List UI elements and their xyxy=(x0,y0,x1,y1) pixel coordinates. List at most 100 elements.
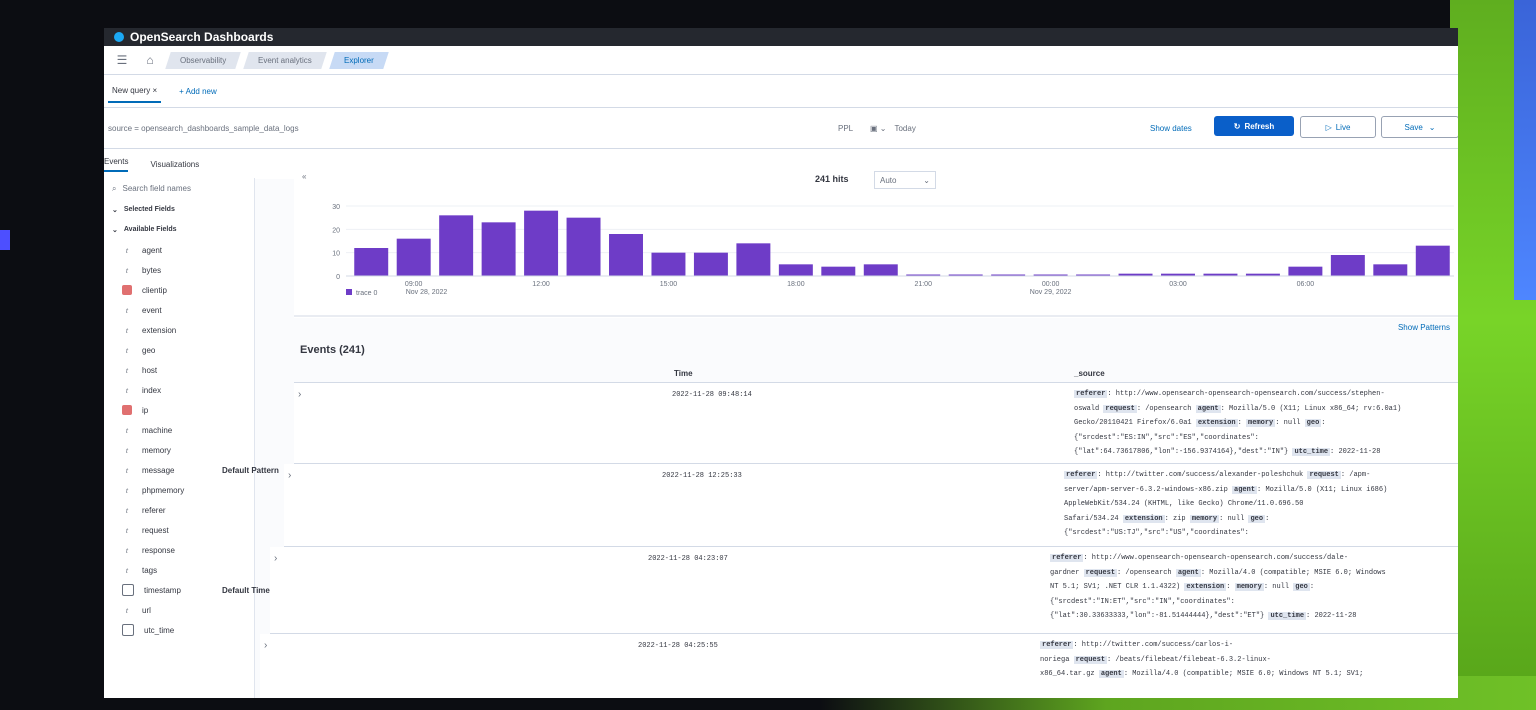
events-title: Events (241) xyxy=(300,344,365,356)
source-line: referer: http://twitter.com/success/carl… xyxy=(1040,638,1430,653)
refresh-button[interactable]: ↻ Refresh xyxy=(1214,116,1294,136)
field-item-timestamp[interactable]: timestamp Default Timestamp xyxy=(104,580,293,600)
field-item-url[interactable]: t url xyxy=(104,600,254,620)
field-item-tags[interactable]: t tags xyxy=(104,560,254,580)
histogram-bar xyxy=(863,264,898,276)
source-line: Safari/534.24 extension: zip memory: nul… xyxy=(1064,512,1454,527)
date-picker[interactable]: ▣ ⌄ Today xyxy=(870,124,1070,133)
table-row[interactable]: › 2022-11-28 09:48:14 referer: http://www.… xyxy=(294,383,1458,464)
field-name: response xyxy=(142,545,175,555)
field-search[interactable]: ⌕ Search field names xyxy=(104,178,254,200)
source-field-value: : null xyxy=(1263,583,1294,592)
field-item-memory[interactable]: t memory xyxy=(104,440,254,460)
legend-swatch xyxy=(346,289,352,295)
field-item-message[interactable]: t message Default Pattern xyxy=(104,460,279,480)
source-field-value: oswald xyxy=(1074,404,1104,413)
field-name: memory xyxy=(142,445,171,455)
save-button[interactable]: Save ⌄ xyxy=(1381,116,1458,138)
field-sidebar: ⌕ Search field names ⌄ Selected Fields ⌄… xyxy=(104,178,293,698)
field-name: event xyxy=(142,305,162,315)
source-line: Gecko/20110421 Firefox/6.0a1 extension: … xyxy=(1074,416,1458,431)
table-row[interactable]: › 2022-11-28 04:25:55 referer: http://twit… xyxy=(260,634,1458,698)
field-item-host[interactable]: t host xyxy=(104,360,254,380)
selected-fields-header[interactable]: ⌄ Selected Fields xyxy=(104,200,254,220)
histogram-bar xyxy=(778,264,813,276)
field-item-geo[interactable]: t geo xyxy=(104,340,254,360)
histogram-bar xyxy=(524,210,559,276)
show-patterns-button[interactable]: Show Patterns xyxy=(1398,323,1450,332)
source-line: referer: http://www.opensearch-opensearc… xyxy=(1074,387,1458,402)
collapse-sidebar-icon[interactable]: « xyxy=(302,172,306,181)
menu-icon[interactable]: ☰ xyxy=(112,50,132,70)
tab-visualizations[interactable]: Visualizations xyxy=(150,160,199,169)
field-item-extension[interactable]: t extension xyxy=(104,320,254,340)
source-line: {"srcdest":"ES:IN","src":"ES","coordinat… xyxy=(1074,431,1458,446)
show-dates-button[interactable]: Show dates xyxy=(1150,124,1192,133)
source-field-value: : http://twitter.com/success/carlos-i- xyxy=(1073,641,1234,649)
field-item-request[interactable]: t request xyxy=(104,520,254,540)
add-new-tab-button[interactable]: + Add new xyxy=(179,87,217,96)
source-field-key: request xyxy=(1307,471,1341,479)
field-item-utc_time[interactable]: utc_time xyxy=(104,620,254,640)
close-icon[interactable]: × xyxy=(152,86,157,95)
expand-row-icon[interactable]: › xyxy=(264,640,267,651)
x-tick-label: 18:00 xyxy=(787,281,805,288)
field-item-machine[interactable]: t machine xyxy=(104,420,254,440)
source-field-value: : /opensearch xyxy=(1117,568,1176,577)
source-line: referer: http://www.opensearch-opensearc… xyxy=(1050,551,1440,566)
source-line: referer: http://twitter.com/success/alex… xyxy=(1064,468,1454,483)
home-icon[interactable]: ⌂ xyxy=(140,50,160,70)
source-field-key: referer xyxy=(1074,390,1108,398)
expand-row-icon[interactable]: › xyxy=(298,389,301,400)
query-language-label[interactable]: PPL xyxy=(838,124,862,133)
field-item-referer[interactable]: t referer xyxy=(104,500,254,520)
calendar-icon[interactable]: ▣ ⌄ xyxy=(870,124,886,133)
x-tick-label: 03:00 xyxy=(1169,281,1187,288)
event-time: 2022-11-28 04:25:55 xyxy=(638,642,718,650)
field-item-event[interactable]: t event xyxy=(104,300,254,320)
field-item-index[interactable]: t index xyxy=(104,380,254,400)
field-item-bytes[interactable]: t bytes xyxy=(104,260,254,280)
date-label: Nov 28, 2022 xyxy=(406,289,448,296)
query-input[interactable]: source = opensearch_dashboards_sample_da… xyxy=(108,124,838,133)
field-item-agent[interactable]: t agent xyxy=(104,240,254,260)
field-search-input[interactable]: Search field names xyxy=(122,184,190,194)
expand-row-icon[interactable]: › xyxy=(274,553,277,564)
interval-select[interactable]: Auto ⌄ xyxy=(874,171,936,189)
source-line: noriega request: /beats/filebeat/filebea… xyxy=(1040,653,1430,668)
table-row[interactable]: › 2022-11-28 04:23:07 referer: http://www.… xyxy=(270,547,1458,634)
available-fields-header[interactable]: ⌄ Available Fields xyxy=(104,220,254,240)
live-button[interactable]: ▷ Live xyxy=(1300,116,1376,138)
string-type-icon: t xyxy=(125,465,129,475)
breadcrumb-event-analytics[interactable]: Event analytics xyxy=(243,51,327,69)
source-field-value: : xyxy=(1237,419,1247,428)
histogram-bar xyxy=(821,266,856,276)
field-item-phpmemory[interactable]: t phpmemory xyxy=(104,480,254,500)
source-field-value: : xyxy=(1309,583,1315,592)
breadcrumb-explorer[interactable]: Explorer xyxy=(329,51,389,69)
breadcrumb-observability[interactable]: Observability xyxy=(165,51,242,69)
play-icon: ▷ xyxy=(1325,122,1332,132)
histogram-bar xyxy=(566,217,601,276)
field-item-clientip[interactable]: clientip xyxy=(104,280,254,300)
tab-new-query[interactable]: New query × xyxy=(108,80,162,103)
table-row[interactable]: › 2022-11-28 12:25:33 referer: http://twit… xyxy=(284,464,1458,547)
histogram-bar xyxy=(1415,245,1450,276)
field-item-ip[interactable]: ip xyxy=(104,400,254,420)
field-item-response[interactable]: t response xyxy=(104,540,254,560)
events-table: Time _source › 2022-11-28 09:48:14 referer… xyxy=(260,364,1458,698)
source-field-key: request xyxy=(1083,568,1118,577)
table-header: Time _source xyxy=(294,364,1458,383)
expand-row-icon[interactable]: › xyxy=(288,470,291,481)
source-field-value: server/apm-server-6.3.2-windows-x86.zip xyxy=(1064,485,1233,494)
tab-events[interactable]: Events xyxy=(104,157,129,172)
source-field-value: Safari/534.24 xyxy=(1064,514,1123,523)
source-field-value: : http://www.opensearch-opensearch-opens… xyxy=(1107,390,1385,398)
y-tick-label: 10 xyxy=(332,251,340,258)
source-field-value: x86_64.tar.gz xyxy=(1040,670,1099,679)
source-field-key: memory xyxy=(1189,514,1220,523)
source-field-value: noriega xyxy=(1040,655,1074,664)
query-tabs: New query × + Add new xyxy=(104,75,1458,108)
header-bar: OpenSearch Dashboards xyxy=(104,28,1458,46)
x-tick-label: 21:00 xyxy=(914,281,932,288)
